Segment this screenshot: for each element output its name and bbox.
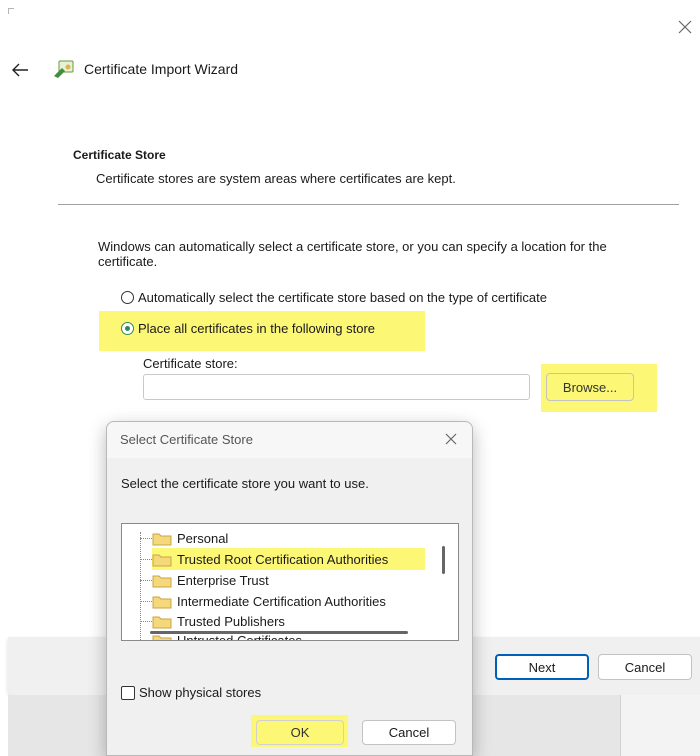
dialog-close-icon[interactable] bbox=[443, 431, 459, 447]
back-arrow-icon[interactable] bbox=[10, 61, 30, 79]
horizontal-scrollbar[interactable] bbox=[150, 631, 408, 634]
certificate-icon bbox=[54, 60, 74, 78]
tree-item-label: Trusted Root Certification Authorities bbox=[177, 551, 389, 567]
dialog-prompt: Select the certificate store you want to… bbox=[121, 476, 369, 491]
vertical-scrollbar[interactable] bbox=[442, 546, 445, 574]
certificate-store-label: Certificate store: bbox=[143, 356, 238, 371]
folder-icon bbox=[152, 596, 172, 608]
radio-place-all[interactable]: Place all certificates in the following … bbox=[121, 321, 375, 336]
section-title: Certificate Store bbox=[73, 148, 166, 162]
tree-item-label: Intermediate Certification Authorities bbox=[177, 593, 386, 609]
browse-button[interactable]: Browse... bbox=[546, 373, 634, 401]
tree-item-intermediate-ca[interactable]: Intermediate Certification Authorities bbox=[152, 591, 386, 611]
radio-auto-select[interactable]: Automatically select the certificate sto… bbox=[121, 290, 547, 305]
tree-item-personal[interactable]: Personal bbox=[152, 528, 228, 548]
background-panel bbox=[620, 695, 700, 756]
tree-item-trusted-publishers[interactable]: Trusted Publishers bbox=[152, 611, 285, 631]
dialog-title: Select Certificate Store bbox=[120, 432, 253, 447]
close-icon[interactable] bbox=[676, 18, 694, 36]
wizard-title: Certificate Import Wizard bbox=[84, 61, 239, 77]
show-physical-stores[interactable]: Show physical stores bbox=[121, 685, 261, 700]
folder-icon bbox=[152, 554, 172, 566]
show-physical-label: Show physical stores bbox=[139, 685, 262, 700]
wizard-cancel-button[interactable]: Cancel bbox=[598, 654, 692, 680]
folder-icon bbox=[152, 575, 172, 587]
section-description: Certificate stores are system areas wher… bbox=[96, 171, 456, 186]
radio-place-icon[interactable] bbox=[121, 322, 134, 335]
tree-branch bbox=[140, 559, 152, 560]
tree-item-label: Enterprise Trust bbox=[177, 572, 269, 588]
checkbox-icon[interactable] bbox=[121, 685, 135, 700]
header-divider bbox=[58, 204, 679, 205]
store-tree[interactable]: Personal Trusted Root Certification Auth… bbox=[121, 523, 459, 641]
store-explanation: Windows can automatically select a certi… bbox=[98, 239, 607, 269]
tree-branch bbox=[140, 538, 152, 539]
tree-item-label: Trusted Publishers bbox=[177, 613, 285, 629]
window-corner-mark bbox=[8, 8, 14, 14]
radio-auto-icon[interactable] bbox=[121, 291, 134, 304]
tree-branch bbox=[140, 621, 152, 622]
radio-auto-label: Automatically select the certificate sto… bbox=[138, 290, 547, 305]
tree-branch bbox=[140, 580, 152, 581]
next-button[interactable]: Next bbox=[495, 654, 589, 680]
folder-icon bbox=[152, 533, 172, 545]
ok-button[interactable]: OK bbox=[256, 720, 344, 745]
tree-item-enterprise-trust[interactable]: Enterprise Trust bbox=[152, 570, 269, 590]
radio-place-label: Place all certificates in the following … bbox=[138, 321, 376, 336]
folder-icon bbox=[152, 616, 172, 628]
tree-item-trusted-root[interactable]: Trusted Root Certification Authorities bbox=[152, 549, 388, 569]
tree-item-label: Personal bbox=[177, 530, 229, 546]
dialog-cancel-button[interactable]: Cancel bbox=[362, 720, 456, 745]
tree-branch bbox=[140, 601, 152, 602]
certificate-store-field[interactable] bbox=[143, 374, 530, 400]
tree-connector bbox=[140, 532, 141, 640]
